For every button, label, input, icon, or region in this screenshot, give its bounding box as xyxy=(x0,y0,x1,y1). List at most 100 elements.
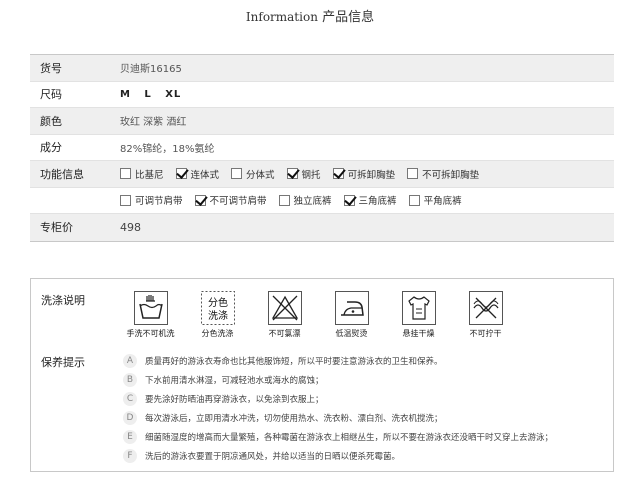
spec-label: 颜色 xyxy=(40,114,62,128)
spec-label: 成分 xyxy=(40,141,62,155)
care-tip: D 每次游泳后，立即用清水冲洗，切勿使用热水、洗衣粉、漂白剂、洗衣机搅洗； xyxy=(123,408,553,427)
feature-option: 可调节肩带 xyxy=(120,193,183,207)
tip-text: 每次游泳后，立即用清水冲洗，切勿使用热水、洗衣粉、漂白剂、洗衣机搅洗； xyxy=(145,413,443,424)
tip-text: 要先涂好防晒油再穿游泳衣，以免涂到衣服上； xyxy=(145,394,324,405)
feature-option: 三角底裤 xyxy=(343,193,397,208)
wash-icon-label: 不可氯漂 xyxy=(268,329,301,338)
spec-value-material: 82%锦纶，18%氨纶 xyxy=(120,143,215,155)
feature-option: 连体式 xyxy=(175,167,220,181)
wash-icon-label: 低温熨烫 xyxy=(335,329,368,338)
checked-checkbox-icon xyxy=(332,168,344,180)
care-tip: E 细菌随湿度的增高而大量繁殖，各种霉菌在游泳衣上相继丛生，所以不要在游泳衣还没晒… xyxy=(123,427,553,446)
tip-text: 质量再好的游泳衣寿命也比其他服饰短，所以平时要注意游泳衣的卫生和保养。 xyxy=(145,356,443,367)
care-tip: F 洗后的游泳衣要置于阴凉通风处，并给以适当的日晒以便杀死霉菌。 xyxy=(123,446,553,465)
spec-row-price: 专柜价 498 xyxy=(30,214,614,241)
feature-label: 钢托 xyxy=(301,169,321,181)
no-wring-icon xyxy=(468,291,503,325)
checkbox-icon xyxy=(120,194,131,206)
feature-option: 比基尼 xyxy=(120,167,164,181)
feature-label: 连体式 xyxy=(190,169,220,181)
spec-value-color: 玫红 深紫 酒红 xyxy=(120,117,187,129)
separate-wash-icon: 分色 洗涤 xyxy=(200,291,235,325)
wash-instructions-label: 洗涤说明 xyxy=(41,294,85,307)
tip-letter-badge: E xyxy=(123,429,137,444)
care-instructions-panel: 洗涤说明 手洗不可机洗 分色 洗涤 分色洗涤 不可氯漂 低温熨烫 悬挂干燥 不可… xyxy=(30,278,614,472)
feature-label: 比基尼 xyxy=(135,169,164,181)
separate-wash-line2: 洗涤 xyxy=(208,309,228,322)
tip-letter-badge: B xyxy=(123,372,137,387)
feature-option: 独立底裤 xyxy=(278,193,332,208)
checked-checkbox-icon xyxy=(194,194,206,206)
care-tip: C 要先涂好防晒油再穿游泳衣，以免涂到衣服上； xyxy=(123,389,553,408)
spec-row-item-no: 货号 贝迪斯16165 xyxy=(30,55,614,82)
hand-wash-icon xyxy=(133,291,168,325)
feature-label: 可拆卸胸垫 xyxy=(347,169,396,181)
feature-options-row1: 比基尼 连体式 分体式 钢托 可拆卸胸垫 不可拆卸胸垫 xyxy=(120,167,491,181)
wash-icon-item: 低温熨烫 xyxy=(318,291,385,339)
low-iron-icon xyxy=(334,291,369,325)
checked-checkbox-icon xyxy=(175,168,187,180)
checked-checkbox-icon xyxy=(286,168,298,180)
wash-icon-label: 悬挂干燥 xyxy=(402,329,435,338)
feature-label: 三角底裤 xyxy=(358,196,397,208)
wash-icon-item: 手洗不可机洗 xyxy=(117,291,184,339)
spec-row-features-1: 功能信息 比基尼 连体式 分体式 钢托 可拆卸胸垫 不可拆卸胸垫 xyxy=(30,161,614,188)
no-bleach-icon xyxy=(267,291,302,325)
page-title: Information 产品信息 xyxy=(0,6,620,25)
tip-letter-badge: A xyxy=(123,353,137,368)
wash-icon-item: 分色 洗涤 分色洗涤 xyxy=(184,291,251,339)
checked-checkbox-icon xyxy=(343,194,355,206)
feature-option: 不可调节肩带 xyxy=(194,193,267,208)
wash-icon-item: 不可氯漂 xyxy=(251,291,318,339)
spec-label: 尺码 xyxy=(40,88,62,102)
care-tip: B 下水前用清水淋湿，可减轻池水或海水的腐蚀； xyxy=(123,370,553,389)
tip-letter-badge: D xyxy=(123,410,137,425)
feature-label: 不可拆卸胸垫 xyxy=(422,169,480,181)
checkbox-icon xyxy=(278,194,290,206)
feature-options-row2: 可调节肩带 不可调节肩带 独立底裤 三角底裤 平角底裤 xyxy=(120,193,474,207)
spec-label: 货号 xyxy=(40,61,62,75)
spec-value-size: M L XL xyxy=(120,88,182,100)
hang-dry-icon xyxy=(401,291,436,325)
spec-row-features-2: 可调节肩带 不可调节肩带 独立底裤 三角底裤 平角底裤 xyxy=(30,188,614,214)
checkbox-icon xyxy=(231,168,243,180)
wash-icon-label: 不可拧干 xyxy=(469,329,502,338)
spec-label: 专柜价 xyxy=(40,221,73,235)
feature-label: 不可调节肩带 xyxy=(209,196,267,208)
tip-text: 下水前用清水淋湿，可减轻池水或海水的腐蚀； xyxy=(145,375,324,386)
spec-label: 功能信息 xyxy=(40,167,84,181)
checkbox-icon xyxy=(407,168,419,180)
spec-row-material: 成分 82%锦纶，18%氨纶 xyxy=(30,135,614,161)
wash-icon-item: 不可拧干 xyxy=(452,291,519,339)
spec-value-item-no: 贝迪斯16165 xyxy=(120,64,182,76)
feature-option: 可拆卸胸垫 xyxy=(332,167,396,181)
wash-icon-item: 悬挂干燥 xyxy=(385,291,452,339)
feature-option: 分体式 xyxy=(231,167,275,181)
feature-label: 可调节肩带 xyxy=(135,196,183,208)
checkbox-icon xyxy=(120,168,131,180)
feature-label: 独立底裤 xyxy=(293,196,332,208)
feature-label: 平角底裤 xyxy=(423,196,462,208)
wash-icon-label: 分色洗涤 xyxy=(201,329,234,338)
checkbox-icon xyxy=(408,194,420,206)
care-tip: A 质量再好的游泳衣寿命也比其他服饰短，所以平时要注意游泳衣的卫生和保养。 xyxy=(123,351,553,370)
page-title-en: Information xyxy=(245,10,318,24)
feature-label: 分体式 xyxy=(246,169,275,181)
wash-icons-row: 手洗不可机洗 分色 洗涤 分色洗涤 不可氯漂 低温熨烫 悬挂干燥 不可拧干 xyxy=(117,291,519,339)
tip-text: 细菌随湿度的增高而大量繁殖，各种霉菌在游泳衣上相继丛生，所以不要在游泳衣还没晒干… xyxy=(145,432,554,443)
wash-icon-label: 手洗不可机洗 xyxy=(126,329,175,338)
spec-value-price: 498 xyxy=(120,220,141,234)
page-title-cn: 产品信息 xyxy=(322,10,375,25)
care-tips-label: 保养提示 xyxy=(41,356,85,369)
tip-text: 洗后的游泳衣要置于阴凉通风处，并给以适当的日晒以便杀死霉菌。 xyxy=(145,451,401,462)
feature-option: 钢托 xyxy=(286,167,321,181)
feature-option: 平角底裤 xyxy=(408,193,462,208)
tip-letter-badge: F xyxy=(123,448,137,463)
tip-letter-badge: C xyxy=(123,391,137,406)
separate-wash-line1: 分色 xyxy=(208,296,228,309)
spec-row-size: 尺码 M L XL xyxy=(30,82,614,108)
feature-option: 不可拆卸胸垫 xyxy=(407,167,479,181)
product-spec-table: 货号 贝迪斯16165 尺码 M L XL 颜色 玫红 深紫 酒红 成分 82%… xyxy=(30,54,614,242)
care-tips-list: A 质量再好的游泳衣寿命也比其他服饰短，所以平时要注意游泳衣的卫生和保养。 B 下水… xyxy=(123,351,553,465)
spec-row-color: 颜色 玫红 深紫 酒红 xyxy=(30,108,614,135)
